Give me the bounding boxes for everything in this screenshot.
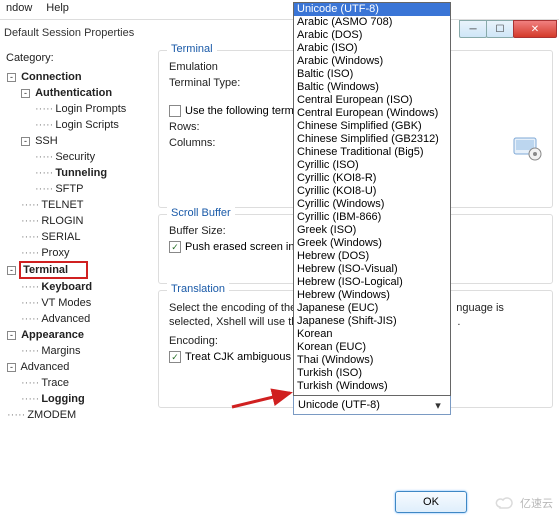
tree-security[interactable]: Security (55, 151, 95, 163)
emulation-label: Emulation (169, 61, 259, 73)
minimize-button[interactable]: ─ (459, 20, 487, 38)
tree-margins[interactable]: Margins (41, 345, 80, 357)
encoding-option[interactable]: Arabic (ASMO 708) (294, 16, 450, 29)
encoding-label: Encoding: (169, 335, 259, 347)
columns-label: Columns: (169, 137, 259, 149)
encoding-option[interactable]: Arabic (DOS) (294, 29, 450, 42)
window-controls: ─ ☐ ✕ (460, 20, 557, 38)
menu-help[interactable]: Help (46, 2, 69, 17)
encoding-option[interactable]: Hebrew (ISO-Visual) (294, 263, 450, 276)
tree-logging[interactable]: Logging (41, 393, 84, 405)
treat-cjk-checkbox[interactable] (169, 351, 181, 363)
encoding-option[interactable]: Japanese (Shift-JIS) (294, 315, 450, 328)
encoding-option[interactable]: Cyrillic (ISO) (294, 159, 450, 172)
encoding-option[interactable]: Baltic (Windows) (294, 81, 450, 94)
terminal-type-label: Terminal Type: (169, 77, 259, 89)
encoding-selected-value: Unicode (UTF-8) (298, 399, 380, 411)
encoding-option[interactable]: Central European (Windows) (294, 107, 450, 120)
encoding-dropdown[interactable]: Unicode (UTF-8) ▾ (293, 395, 451, 415)
category-tree[interactable]: - Connection - Authentication ·····Login… (6, 68, 150, 488)
tree-sftp[interactable]: SFTP (55, 183, 83, 195)
tree-telnet[interactable]: TELNET (41, 199, 83, 211)
tree-advanced[interactable]: Advanced (20, 361, 69, 373)
push-erased-label: Push erased screen int (185, 241, 298, 253)
use-following-label: Use the following term (185, 105, 294, 117)
group-scroll-title: Scroll Buffer (167, 207, 235, 219)
watermark: 亿速云 (494, 495, 553, 511)
encoding-dropdown-list[interactable]: Unicode (UTF-8)Arabic (ASMO 708)Arabic (… (293, 2, 451, 396)
tree-zmodem[interactable]: ZMODEM (27, 409, 76, 421)
tree-advanced-terminal[interactable]: Advanced (41, 313, 90, 325)
group-terminal-title: Terminal (167, 43, 217, 55)
tree-terminal[interactable]: Terminal (23, 264, 68, 276)
tree-connection[interactable]: Connection (21, 71, 82, 83)
encoding-option[interactable]: Cyrillic (KOI8-R) (294, 172, 450, 185)
tree-proxy[interactable]: Proxy (41, 247, 69, 259)
window-title: Default Session Properties (4, 27, 134, 39)
tree-login-prompts[interactable]: Login Prompts (55, 103, 126, 115)
tree-appearance[interactable]: Appearance (21, 329, 84, 341)
tree-login-scripts[interactable]: Login Scripts (55, 119, 119, 131)
menubar: ndow Help (0, 0, 559, 20)
group-translation-title: Translation (167, 283, 229, 295)
titlebar: Default Session Properties ─ ☐ ✕ (0, 20, 559, 46)
tree-trace[interactable]: Trace (41, 377, 69, 389)
encoding-option[interactable]: Korean (294, 328, 450, 341)
encoding-option[interactable]: Greek (ISO) (294, 224, 450, 237)
category-label: Category: (6, 52, 150, 64)
encoding-option[interactable]: Chinese Traditional (Big5) (294, 146, 450, 159)
tree-keyboard[interactable]: Keyboard (41, 281, 92, 293)
encoding-option[interactable]: Korean (EUC) (294, 341, 450, 354)
encoding-option[interactable]: Hebrew (Windows) (294, 289, 450, 302)
tree-rlogin[interactable]: RLOGIN (41, 215, 83, 227)
encoding-option[interactable]: Hebrew (ISO-Logical) (294, 276, 450, 289)
encoding-option[interactable]: Arabic (Windows) (294, 55, 450, 68)
rows-label: Rows: (169, 121, 259, 133)
ok-button[interactable]: OK (395, 491, 467, 513)
encoding-option[interactable]: Chinese Simplified (GBK) (294, 120, 450, 133)
encoding-option[interactable]: Hebrew (DOS) (294, 250, 450, 263)
tree-tunneling[interactable]: Tunneling (55, 167, 107, 179)
maximize-button[interactable]: ☐ (486, 20, 514, 38)
encoding-option[interactable]: Cyrillic (Windows) (294, 198, 450, 211)
tree-serial[interactable]: SERIAL (41, 231, 80, 243)
tree-authentication[interactable]: Authentication (35, 87, 112, 99)
tree-ssh[interactable]: SSH (35, 135, 58, 147)
menu-window[interactable]: ndow (6, 2, 32, 17)
tree-vt-modes[interactable]: VT Modes (41, 297, 91, 309)
buffer-size-label: Buffer Size: (169, 225, 259, 237)
encoding-option[interactable]: Chinese Simplified (GB2312) (294, 133, 450, 146)
chevron-down-icon: ▾ (430, 399, 446, 412)
encoding-option[interactable]: Central European (ISO) (294, 94, 450, 107)
encoding-option[interactable]: Unicode (UTF-8) (294, 3, 450, 16)
encoding-option[interactable]: Arabic (ISO) (294, 42, 450, 55)
encoding-option[interactable]: Baltic (ISO) (294, 68, 450, 81)
push-erased-checkbox[interactable] (169, 241, 181, 253)
encoding-option[interactable]: Cyrillic (IBM-866) (294, 211, 450, 224)
encoding-option[interactable]: Greek (Windows) (294, 237, 450, 250)
terminal-category-icon (511, 132, 543, 164)
encoding-option[interactable]: Japanese (EUC) (294, 302, 450, 315)
close-button[interactable]: ✕ (513, 20, 557, 38)
encoding-option[interactable]: Thai (Windows) (294, 354, 450, 367)
encoding-option[interactable]: Turkish (Windows) (294, 380, 450, 393)
encoding-option[interactable]: Cyrillic (KOI8-U) (294, 185, 450, 198)
use-following-checkbox[interactable] (169, 105, 181, 117)
encoding-option[interactable]: Turkish (ISO) (294, 367, 450, 380)
